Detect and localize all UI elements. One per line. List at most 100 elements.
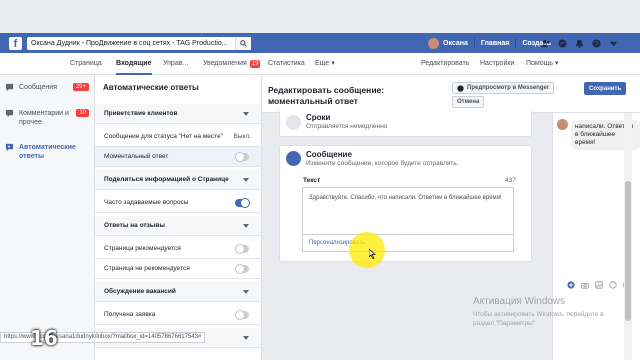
page-recommended-toggle[interactable]	[235, 243, 249, 254]
help-icon[interactable]: ?	[592, 38, 601, 48]
section-review-replies[interactable]: Ответы на отзывы	[95, 216, 261, 236]
messenger-icon[interactable]	[558, 38, 567, 48]
nav-notifications-tab[interactable]: Уведомления 19	[203, 53, 261, 75]
watermark-text: Чтобы активировать Windows, перейдите в …	[473, 311, 604, 327]
automated-responses-panel: Автоматические ответы Приветствие клиент…	[95, 75, 262, 360]
instant-reply-toggle[interactable]	[235, 151, 249, 162]
home-link[interactable]: Главная	[481, 40, 509, 47]
nav-notifications-label: Уведомления	[203, 60, 247, 67]
application-received-toggle[interactable]	[235, 309, 249, 320]
nav-inbox-tab[interactable]: Входящие	[116, 53, 152, 75]
message-subtitle: Измените сообщение, которое будете отпра…	[306, 160, 459, 167]
mouse-cursor-icon	[369, 249, 376, 259]
messages-count-badge: 29+	[72, 83, 89, 91]
automated-responses-icon	[5, 143, 14, 152]
row-label: Часто задаваемые вопросы	[104, 199, 189, 206]
row-label: Получена заявка	[104, 311, 156, 318]
section-label: Приветствие клиентов	[104, 110, 178, 117]
sidebar-item-label: Сообщения	[19, 84, 57, 91]
row-away-message[interactable]: Сообщение для статуса "Нет на месте" Выкл…	[95, 127, 261, 147]
windows-activation-watermark: Активация Windows Чтобы активировать Win…	[473, 296, 623, 328]
editor-title: Редактировать сообщение: моментальный от…	[268, 85, 385, 106]
nav-edit-page-tab[interactable]: Редактировать	[421, 53, 469, 75]
inbox-sidebar: Сообщения 29+ Комментарии и прочее 10 Ав…	[0, 75, 95, 360]
user-avatar[interactable]	[428, 37, 439, 49]
sidebar-item-label: Комментарии и прочее	[19, 110, 69, 126]
friend-requests-icon[interactable]	[541, 39, 550, 48]
text-field-label: Текст	[303, 177, 321, 184]
camera-icon[interactable]	[581, 281, 589, 289]
editor-header: Редактировать сообщение: моментальный от…	[262, 75, 640, 113]
account-menu-chevron-icon[interactable]	[609, 39, 618, 48]
video-step-number: 16	[30, 326, 58, 350]
search-icon	[240, 39, 247, 47]
away-status-value: Выкл.	[233, 133, 251, 140]
row-page-recommended[interactable]: Страница рекомендуется	[95, 239, 261, 259]
preview-button-label: Предпросмотр в Messenger	[467, 85, 550, 91]
watermark-title: Активация Windows	[473, 296, 566, 307]
cursor-highlight	[349, 232, 385, 268]
row-application-received[interactable]: Получена заявка	[95, 305, 261, 325]
personalize-button[interactable]: Персонализировать	[303, 234, 513, 252]
nav-stats-tab[interactable]: Статистика	[268, 53, 305, 75]
section-share-info[interactable]: Поделиться информацией о Странице	[95, 170, 261, 190]
cancel-button[interactable]: Отмена	[452, 96, 485, 108]
timing-card: Сроки Отправляется немедленно	[279, 111, 532, 137]
messages-icon	[5, 83, 14, 92]
clock-icon	[286, 115, 301, 130]
notifications-bell-icon[interactable]	[575, 39, 584, 48]
add-icon[interactable]	[567, 281, 575, 289]
page-not-recommended-toggle[interactable]	[235, 263, 249, 274]
row-label: Моментальный ответ	[104, 153, 169, 160]
section-greeting[interactable]: Приветствие клиентов	[95, 104, 261, 124]
facebook-logo-icon[interactable]: f	[9, 36, 22, 50]
chevron-down-icon	[243, 335, 249, 340]
nav-settings-tab[interactable]: Настройки	[480, 53, 514, 75]
save-button[interactable]: Сохранить	[584, 82, 627, 95]
image-icon[interactable]	[595, 281, 603, 289]
preview-in-messenger-button[interactable]: Предпросмотр в Messenger	[452, 82, 555, 94]
message-bubble-icon	[286, 151, 301, 166]
sidebar-item-messages[interactable]: Сообщения 29+	[5, 83, 93, 92]
row-label: Страница рекомендуется	[104, 245, 181, 252]
search-input[interactable]: Оксана Дудник - ПроДвижение в соц сетях …	[27, 36, 251, 50]
timing-subtitle: Отправляется немедленно	[306, 123, 388, 130]
section-label: Ответы на отзывы	[104, 222, 165, 229]
chevron-down-icon	[243, 289, 249, 294]
row-label: Страница не рекомендуется	[104, 265, 190, 272]
message-card: Сообщение Измените сообщение, которое бу…	[279, 145, 532, 262]
scrollbar-thumb[interactable]	[625, 181, 631, 321]
section-label: Обсуждение вакансий	[104, 288, 176, 295]
row-page-not-recommended[interactable]: Страница не рекомендуется	[95, 259, 261, 279]
sidebar-item-automated-responses[interactable]: Автоматические ответы	[5, 143, 93, 161]
faq-toggle[interactable]	[235, 197, 250, 208]
message-title: Сообщение	[306, 150, 352, 159]
user-name-link[interactable]: Оксана	[443, 40, 468, 47]
section-jobs[interactable]: Обсуждение вакансий	[95, 282, 261, 302]
page-navigation-bar: Страница Входящие Управ... Уведомления 19…	[0, 53, 640, 75]
comments-icon	[5, 109, 14, 118]
svg-text:?: ?	[595, 40, 599, 47]
search-button[interactable]	[235, 36, 251, 50]
row-faq[interactable]: Часто задаваемые вопросы	[95, 193, 261, 213]
section-label: Поделиться информацией о Странице	[104, 176, 229, 183]
chevron-down-icon	[243, 223, 249, 228]
page-scrollbar[interactable]	[624, 113, 632, 360]
comments-count-badge: 10	[76, 109, 89, 117]
sidebar-item-label: Автоматические ответы	[19, 144, 76, 160]
nav-more-tab[interactable]: Еще ▾	[315, 53, 335, 75]
search-input-value: Оксана Дудник - ПроДвижение в соц сетях …	[31, 39, 228, 47]
notifications-count-badge: 19	[249, 60, 261, 68]
nav-page-tab[interactable]: Страница	[70, 53, 102, 75]
nav-help-tab[interactable]: Помощь ▾	[526, 53, 559, 75]
char-count: 437	[505, 177, 516, 184]
message-text-value: Здравствуйте. Спасибо, что написали. Отв…	[309, 195, 502, 201]
top-navigation-bar: f Оксана Дудник - ПроДвижение в соц сетя…	[0, 33, 640, 53]
sticker-icon[interactable]	[609, 281, 617, 289]
row-instant-reply[interactable]: Моментальный ответ	[95, 147, 261, 167]
messenger-icon	[457, 84, 464, 92]
panel-title: Автоматические ответы	[103, 83, 199, 92]
nav-manage-tab[interactable]: Управ...	[163, 53, 188, 75]
sidebar-item-comments[interactable]: Комментарии и прочее 10	[5, 109, 93, 127]
message-textarea[interactable]: Здравствуйте. Спасибо, что написали. Отв…	[302, 187, 514, 252]
